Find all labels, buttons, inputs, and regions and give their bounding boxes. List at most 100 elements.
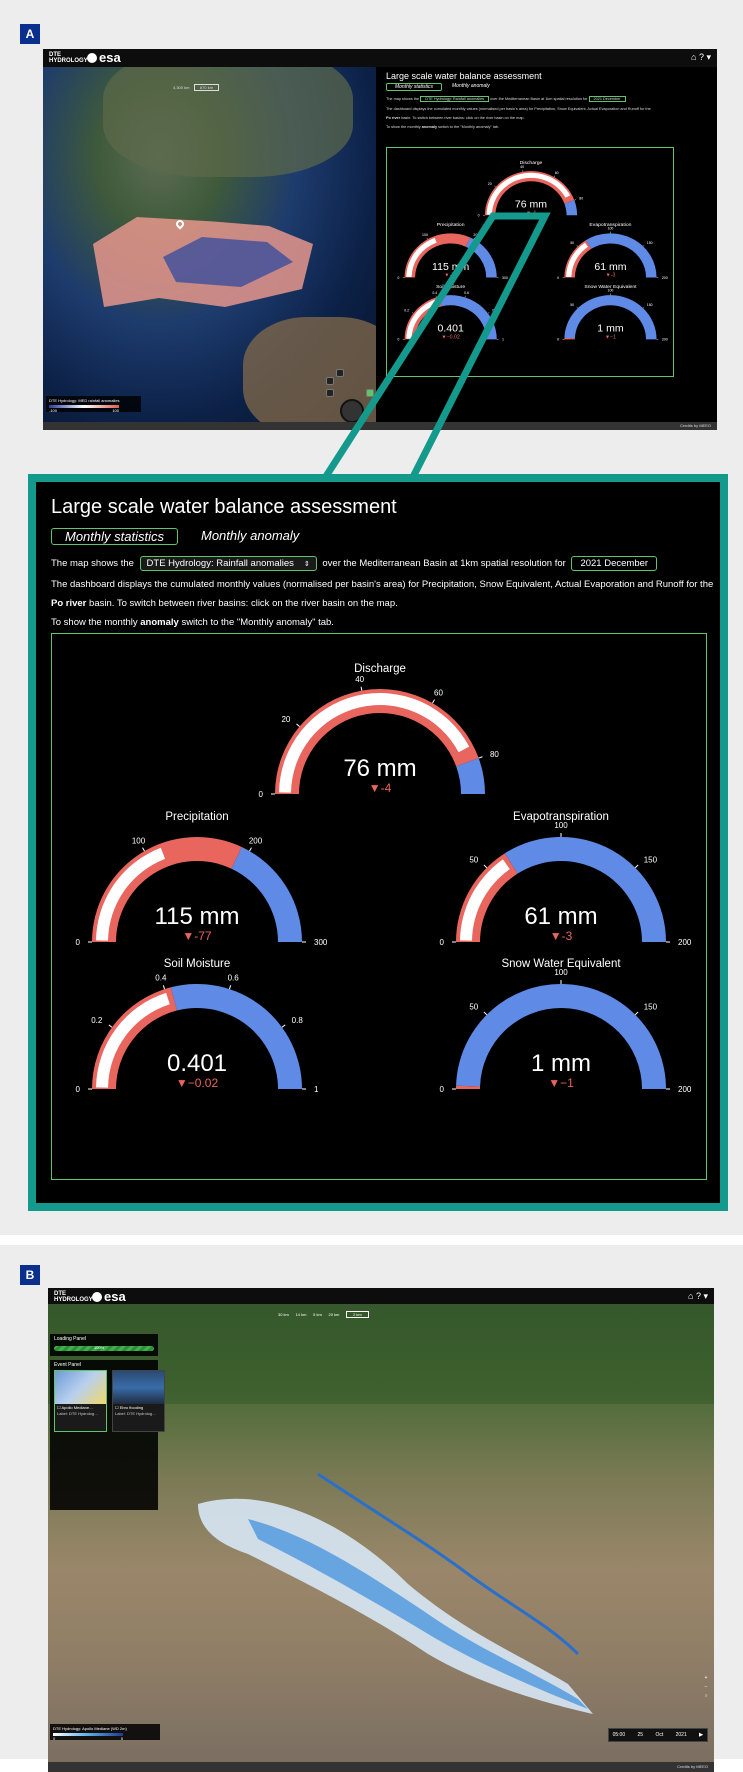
gauge-tick-label: 0.4	[432, 291, 437, 295]
gauge-evapotranspiration: 050100150200Evapotranspiration61 mm▼-3	[557, 222, 668, 279]
map-legend[interactable]: DTE Hydrology: MED rainfall anomalies -1…	[46, 396, 141, 412]
gauge-tick-label: 0	[440, 938, 445, 947]
layer-select[interactable]: DTE Hydrology: Rainfall anomalies⇕	[140, 556, 317, 571]
gauge-tick	[361, 687, 362, 691]
loading-panel[interactable]: Loading Panel 100%	[50, 1334, 158, 1356]
zoom-out-icon[interactable]: −	[702, 1683, 710, 1692]
esa-logo-b: esa	[92, 1289, 126, 1304]
gauge-tick-label: 50	[469, 1002, 478, 1011]
thumb-line-4: To show the monthly anomaly switch to th…	[386, 125, 499, 129]
flood-legend[interactable]: DTE Hydrology: Apollo Mediane (WD 2m) 0 …	[50, 1724, 160, 1740]
thumb-tab-monthly-anomaly[interactable]: Monthly anomaly	[452, 83, 490, 89]
basin-name: Po river	[51, 598, 86, 609]
thumb-title: Large scale water balance assessment	[386, 71, 542, 81]
toggle-icon[interactable]	[366, 389, 374, 397]
esa-logo: esa	[87, 50, 121, 65]
screenshot-b: DTE HYDROLOGY esa ⌂ ? ▾ 30 km 14 km 5 km	[48, 1288, 714, 1772]
gauge-tick-label: 0	[557, 338, 559, 342]
time-hour[interactable]: 05:00	[613, 1732, 626, 1738]
navigation-controls	[326, 377, 374, 422]
dte-hydrology-logo-b: DTE HYDROLOGY	[54, 1291, 93, 1303]
thumb-line-1: The map shows the DTE Hydrology: Rainfal…	[386, 97, 626, 101]
gauge-delta: ▼−1	[548, 1076, 574, 1090]
tab-monthly-statistics[interactable]: Monthly statistics	[51, 528, 178, 545]
gauge-tick	[143, 848, 145, 851]
gauge-value: 115 mm	[155, 903, 240, 930]
gauge-charts: 020406080Discharge76 mm▼-40100200300Prec…	[52, 634, 708, 1181]
tab-monthly-anomaly[interactable]: Monthly anomaly	[201, 528, 299, 543]
help-menu[interactable]: ? ▾	[699, 52, 711, 62]
mode-3d-icon[interactable]	[336, 369, 344, 377]
legend-title: DTE Hydrology: MED rainfall anomalies	[49, 398, 138, 403]
header-icons: ⌂ ? ▾	[691, 52, 711, 63]
dashboard-thumbnail: Large scale water balance assessment Mon…	[382, 67, 717, 422]
map-scale: 4,300 km 870 km	[173, 85, 219, 90]
gauge-tick	[494, 186, 495, 187]
flood-legend-title: DTE Hydrology: Apollo Mediane (WD 2m)	[53, 1726, 157, 1731]
time-month[interactable]: Oct	[655, 1732, 663, 1738]
legend-min: -100	[49, 408, 57, 413]
gauge-tick	[635, 1012, 638, 1015]
play-icon[interactable]: ▶	[699, 1732, 703, 1738]
gauge-tick-label: 50	[570, 241, 574, 245]
screenshot-a: DTE HYDROLOGY esa ⌂ ? ▾ 4,300 km 870 km …	[43, 49, 717, 430]
gauge-tick-label: 80	[490, 750, 499, 759]
status-strip: Credits by MEEO	[43, 422, 717, 430]
event-card-apollo[interactable]: ☐ Apollo Mediane… Label: DTE Hydrolog…	[54, 1370, 107, 1432]
time-year[interactable]: 2021	[676, 1732, 687, 1738]
gauge-tick	[484, 865, 487, 868]
gauge-tick	[635, 865, 638, 868]
gauge-delta: ▼-77	[182, 929, 212, 943]
gauge-delta: ▼-3	[550, 929, 573, 943]
time-day[interactable]: 25	[638, 1732, 644, 1738]
compass-icon[interactable]	[340, 399, 364, 422]
gauge-tick	[163, 985, 164, 989]
gauge-tick	[484, 1012, 487, 1015]
gauge-tick-label: 200	[473, 233, 479, 237]
event-panel[interactable]: Event Panel ☐ Apollo Mediane… Label: DTE…	[50, 1360, 158, 1510]
reset-icon[interactable]: ○	[702, 1692, 710, 1701]
gauge-value: 0.401	[437, 324, 464, 335]
home-icon[interactable]: ⌂	[691, 52, 696, 62]
gauge-tick	[250, 848, 252, 851]
gauge-tick-label: 0.6	[228, 974, 240, 983]
gauge-tick-label: 150	[644, 1002, 658, 1011]
help-menu-b[interactable]: ? ▾	[696, 1291, 708, 1301]
gauge-title: Soil Moisture	[164, 958, 230, 970]
gauge-value: 76 mm	[343, 755, 416, 782]
map-view[interactable]: 4,300 km 870 km DTE Hydrology: MED rainf…	[43, 67, 376, 422]
gauge-tick	[297, 724, 300, 727]
gauge-tick-label: 100	[422, 233, 428, 237]
layers-icon[interactable]	[326, 389, 334, 397]
gauge-tick-label: 60	[555, 171, 559, 175]
gauge-tick-label: 0	[478, 214, 480, 218]
home-icon[interactable]: ⌂	[688, 1291, 693, 1301]
flood-area-deep	[248, 1519, 588, 1709]
event-thumbnail	[55, 1371, 106, 1404]
gauge-discharge: 020406080Discharge76 mm▼-4	[259, 663, 500, 799]
gauge-tick-label: 20	[281, 715, 290, 724]
loading-progress-bar: 100%	[54, 1346, 154, 1351]
gauge-value: 1 mm	[531, 1050, 591, 1077]
gauge-delta: ▼-4	[369, 781, 392, 795]
date-field[interactable]: 2021 December	[571, 556, 657, 571]
gauge-tick	[412, 312, 413, 313]
gauge-title: Evapotranspiration	[513, 811, 609, 823]
esa-text: esa	[99, 50, 121, 65]
zoom-in-icon[interactable]: +	[702, 1674, 710, 1683]
zoom-in-icon[interactable]	[326, 377, 334, 385]
time-selector[interactable]: 05:00 25 Oct 2021 ▶	[608, 1728, 708, 1742]
gauge-tick-label: 0.6	[464, 291, 469, 295]
event-card-ebro[interactable]: ☐ Ebro flooding Label: DTE Hydrolog…	[112, 1370, 165, 1432]
thumb-tab-monthly-statistics[interactable]: Monthly statistics	[386, 83, 442, 91]
flood-map-view[interactable]: 30 km 14 km 5 km 20 km 2 km Loading Pane…	[48, 1304, 714, 1762]
gauge-soil-moisture: 00.20.40.60.81Soil Moisture0.401▼−0.02	[397, 284, 504, 341]
gauge-tick	[474, 238, 475, 239]
gauge-tick-label: 0	[397, 338, 399, 342]
gauge-tick-label: 150	[647, 241, 653, 245]
scale-labels: 30 km 14 km 5 km 20 km 2 km	[278, 1312, 369, 1317]
gauge-tick-label: 200	[249, 837, 263, 846]
gauge-tick	[643, 307, 644, 308]
gauge-tick-label: 80	[579, 197, 583, 201]
gauge-remaining-arc	[231, 847, 302, 942]
